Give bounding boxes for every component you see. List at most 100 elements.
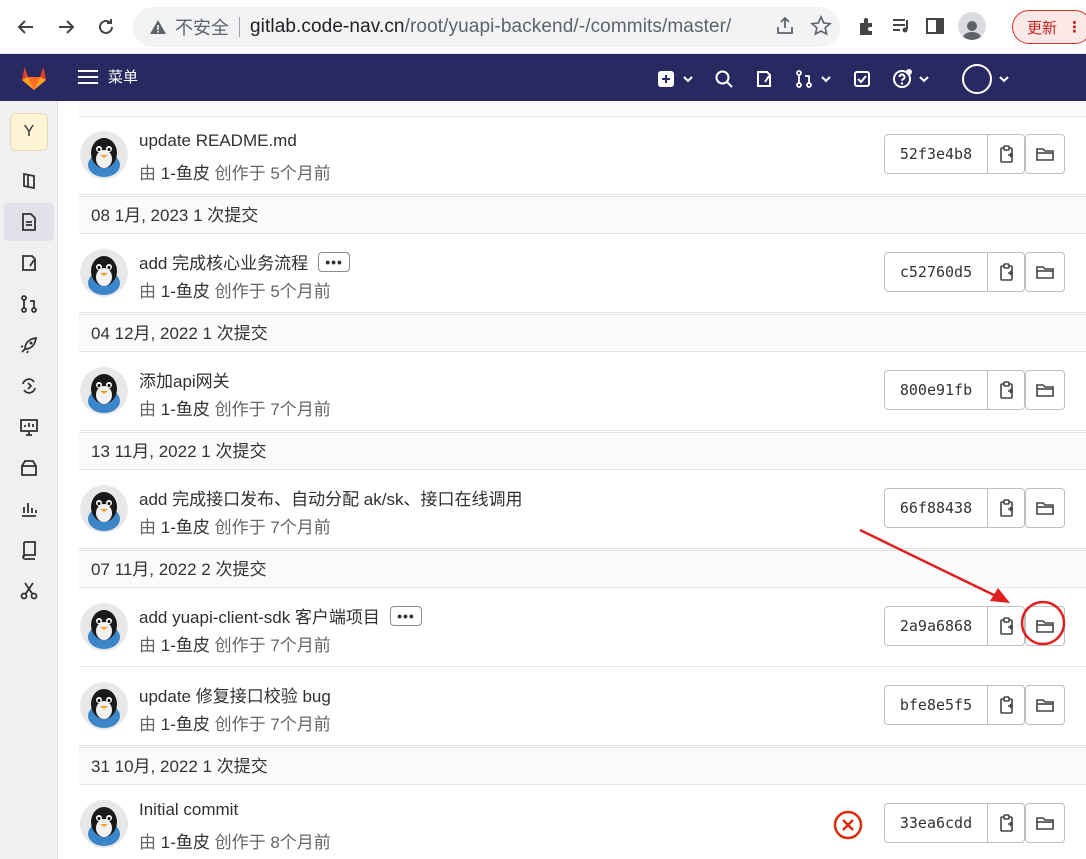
browser-update-button[interactable]: 更新 ⋮ (1012, 10, 1086, 44)
author-avatar[interactable] (80, 367, 128, 415)
copy-sha-button[interactable] (987, 606, 1025, 646)
commit-row: update README.md 由 1-鱼皮 创作于 5个月前 52f3e4b8 (79, 117, 1086, 195)
commit-title-row: add 完成核心业务流程 ••• (139, 249, 351, 274)
more-vert-icon: ⋮ (1067, 19, 1083, 36)
toggle-description-button[interactable]: ••• (318, 251, 351, 272)
user-menu-dropdown[interactable] (962, 64, 1010, 94)
commit-title[interactable]: add yuapi-client-sdk 客户端项目 (139, 603, 380, 628)
media-control-icon[interactable] (890, 15, 912, 37)
address-bar[interactable]: 不安全 gitlab.code-nav.cn/root/yuapi-backen… (133, 7, 840, 47)
commit-title[interactable]: Initial commit (139, 800, 238, 820)
commit-title[interactable]: update 修复接口校验 bug (139, 682, 331, 707)
user-avatar (962, 64, 992, 94)
commit-sha-label[interactable]: 800e91fb (884, 370, 987, 410)
copy-sha-button[interactable] (987, 685, 1025, 725)
commit-row: update 修复接口校验 bug 由 1-鱼皮 创作于 7个月前 bfe8e5f5 (79, 668, 1086, 746)
copy-sha-button[interactable] (987, 252, 1025, 292)
gitlab-logo-icon[interactable] (18, 61, 50, 93)
commit-sha-label[interactable]: 66f88438 (884, 488, 987, 528)
browse-files-button[interactable] (1025, 252, 1065, 292)
new-dropdown[interactable] (656, 69, 694, 89)
browse-files-button[interactable] (1025, 685, 1065, 725)
browse-files-button[interactable] (1025, 606, 1065, 646)
forward-button[interactable] (46, 7, 86, 47)
browse-files-button[interactable] (1025, 370, 1065, 410)
author-link[interactable]: 1-鱼皮 (161, 518, 210, 537)
commit-title[interactable]: 添加api网关 (139, 367, 230, 392)
copy-sha-button[interactable] (987, 134, 1025, 174)
author-link[interactable]: 1-鱼皮 (161, 833, 210, 852)
todo-button[interactable] (852, 69, 872, 89)
commit-created: 创作于 8个月前 (214, 833, 331, 852)
sidebar-item-snippets[interactable] (4, 572, 54, 610)
commit-title[interactable]: add 完成接口发布、自动分配 ak/sk、接口在线调用 (139, 485, 523, 510)
author-link[interactable]: 1-鱼皮 (161, 400, 210, 419)
reload-button[interactable] (86, 7, 126, 47)
commit-row: Initial commit 由 1-鱼皮 创作于 8个月前 33ea6cdd (79, 786, 1086, 859)
browse-files-button[interactable] (1025, 488, 1065, 528)
commit-title[interactable]: add 完成核心业务流程 (139, 249, 308, 274)
copy-sha-button[interactable] (987, 803, 1025, 843)
side-panel-icon[interactable] (924, 15, 946, 37)
day-header-partial (79, 101, 1086, 117)
sidebar-item-ci-cd[interactable] (4, 326, 54, 364)
commit-sha-label[interactable]: bfe8e5f5 (884, 685, 987, 725)
share-icon[interactable] (774, 15, 796, 37)
sidebar-item-repository[interactable] (4, 203, 54, 241)
commit-sha-label[interactable]: c52760d5 (884, 252, 987, 292)
project-avatar[interactable]: Y (10, 113, 48, 151)
author-link[interactable]: 1-鱼皮 (161, 715, 210, 734)
arrow-left-icon (17, 20, 33, 34)
book-icon (22, 541, 36, 560)
commit-sha-group: 800e91fb (884, 370, 1065, 410)
browser-toolbar: 不安全 gitlab.code-nav.cn/root/yuapi-backen… (0, 0, 1086, 54)
sidebar-item-issues[interactable] (4, 244, 54, 282)
commit-sha-label[interactable]: 2a9a6868 (884, 606, 987, 646)
author-avatar[interactable] (80, 800, 128, 848)
merge-requests-dropdown[interactable] (794, 69, 832, 89)
search-button[interactable] (714, 69, 734, 89)
sidebar-item-analytics[interactable] (4, 490, 54, 528)
sidebar-item-deployments[interactable] (4, 367, 54, 405)
help-icon (893, 69, 912, 88)
author-link[interactable]: 1-鱼皮 (161, 636, 210, 655)
pipeline-failed-icon[interactable] (833, 810, 863, 840)
issues-button[interactable] (754, 69, 774, 89)
chevron-down-icon (919, 76, 929, 83)
sidebar-item-repository-overview[interactable] (4, 162, 54, 200)
author-link[interactable]: 1-鱼皮 (161, 164, 210, 183)
sidebar-item-merge-requests[interactable] (4, 285, 54, 323)
toggle-description-button[interactable]: ••• (389, 605, 422, 626)
commit-sha-label[interactable]: 33ea6cdd (884, 803, 987, 843)
commit-sha-group: bfe8e5f5 (884, 685, 1065, 725)
copy-sha-button[interactable] (987, 488, 1025, 528)
author-avatar[interactable] (80, 485, 128, 533)
folder-icon (1035, 616, 1055, 636)
author-avatar[interactable] (80, 131, 128, 179)
commit-title[interactable]: update README.md (139, 131, 297, 151)
commit-title-row: 添加api网关 (139, 367, 230, 392)
bookmark-star-icon[interactable] (810, 15, 832, 37)
author-prefix: 由 (139, 400, 156, 419)
author-avatar[interactable] (80, 249, 128, 297)
sidebar-item-wiki[interactable] (4, 531, 54, 569)
day-header: 04 12月, 2022 1 次提交 (79, 314, 1086, 352)
browse-files-button[interactable] (1025, 134, 1065, 174)
author-link[interactable]: 1-鱼皮 (161, 282, 210, 301)
help-dropdown[interactable] (892, 69, 930, 89)
copy-sha-button[interactable] (987, 370, 1025, 410)
commit-created: 创作于 5个月前 (214, 164, 331, 183)
sidebar-item-packages[interactable] (4, 449, 54, 487)
commit-title-row: update 修复接口校验 bug (139, 682, 331, 707)
profile-avatar[interactable] (958, 12, 986, 40)
commit-sha-label[interactable]: 52f3e4b8 (884, 134, 987, 174)
back-button[interactable] (6, 7, 46, 47)
address-separator (239, 17, 240, 37)
update-label: 更新 (1027, 19, 1058, 37)
author-avatar[interactable] (80, 682, 128, 730)
author-avatar[interactable] (80, 603, 128, 651)
sidebar-item-monitor[interactable] (4, 408, 54, 446)
browse-files-button[interactable] (1025, 803, 1065, 843)
main-menu-button[interactable]: 菜单 (78, 66, 138, 87)
extensions-icon[interactable] (856, 15, 878, 37)
